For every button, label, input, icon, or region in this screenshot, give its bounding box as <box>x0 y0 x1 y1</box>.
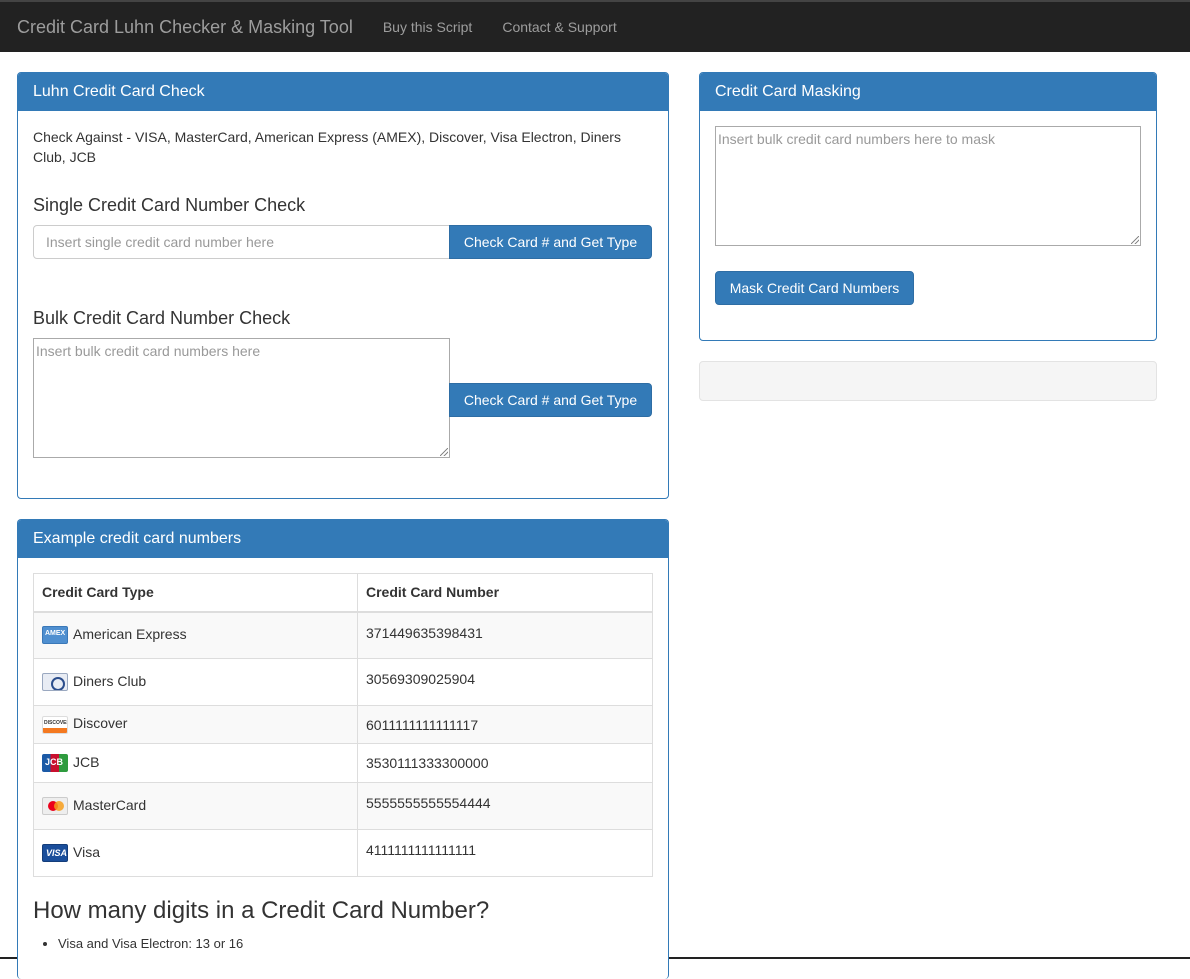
card-number-cell: 3530111333300000 <box>357 743 653 783</box>
column-header-type: Credit Card Type <box>33 573 358 613</box>
mask-result-well <box>699 361 1157 401</box>
examples-panel-heading: Example credit card numbers <box>18 520 668 558</box>
table-row: JCB 3530111333300000 <box>33 743 653 783</box>
card-type-label: Discover <box>73 715 128 732</box>
card-number-cell: 371449635398431 <box>357 611 653 659</box>
nav-link-buy-script[interactable]: Buy this Script <box>383 19 472 35</box>
bulk-card-placeholder: Insert bulk credit card numbers here <box>36 343 261 359</box>
amex-card-icon <box>42 626 68 645</box>
nav-link-contact-support[interactable]: Contact & Support <box>502 19 616 35</box>
table-row: Diners Club 30569309025904 <box>33 658 653 706</box>
bulk-check-button[interactable]: Check Card # and Get Type <box>449 383 652 417</box>
card-number-cell: 5555555555554444 <box>357 782 653 830</box>
example-cards-table: Credit Card Type Credit Card Number Amer… <box>33 573 653 877</box>
mask-textarea[interactable]: Insert bulk credit card numbers here to … <box>715 126 1141 246</box>
table-row: Discover 6011111111111117 <box>33 705 653 744</box>
bulk-check-title: Bulk Credit Card Number Check <box>33 308 291 328</box>
single-card-input[interactable]: Insert single credit card number here <box>33 225 450 259</box>
card-type-cell: JCB <box>33 743 358 783</box>
top-navbar: Credit Card Luhn Checker & Masking Tool … <box>0 0 1190 52</box>
card-type-cell: Discover <box>33 705 358 744</box>
resize-grip-icon[interactable] <box>1131 236 1139 244</box>
column-header-number: Credit Card Number <box>357 573 653 613</box>
masking-panel: Credit Card Masking Insert bulk credit c… <box>699 72 1157 341</box>
single-check-title: Single Credit Card Number Check <box>33 195 306 215</box>
diners-club-card-icon <box>42 673 68 692</box>
card-type-cell: Diners Club <box>33 658 358 706</box>
examples-panel: Example credit card numbers Credit Card … <box>17 519 669 979</box>
table-header-row: Credit Card Type Credit Card Number <box>33 573 653 613</box>
masking-panel-heading: Credit Card Masking <box>700 73 1156 111</box>
mask-placeholder: Insert bulk credit card numbers here to … <box>718 131 996 147</box>
card-number-cell: 30569309025904 <box>357 658 653 706</box>
mastercard-card-icon <box>42 797 68 816</box>
bulk-card-textarea[interactable]: Insert bulk credit card numbers here <box>33 338 450 458</box>
luhn-panel-heading: Luhn Credit Card Check <box>18 73 668 111</box>
list-item: Visa and Visa Electron: 13 or 16 <box>58 936 243 951</box>
card-type-label: JCB <box>73 753 100 770</box>
visa-card-icon <box>42 844 68 863</box>
digits-heading: How many digits in a Credit Card Number? <box>33 897 490 924</box>
card-type-cell: American Express <box>33 611 358 659</box>
jcb-card-icon <box>42 754 68 773</box>
card-type-label: MasterCard <box>73 796 147 813</box>
navbar-brand[interactable]: Credit Card Luhn Checker & Masking Tool <box>17 17 353 38</box>
resize-grip-icon[interactable] <box>440 448 448 456</box>
card-type-cell: Visa <box>33 829 358 877</box>
card-type-label: Diners Club <box>73 672 147 689</box>
card-type-cell: MasterCard <box>33 782 358 830</box>
luhn-check-panel: Luhn Credit Card Check Check Against - V… <box>17 72 669 499</box>
discover-card-icon <box>42 715 68 734</box>
card-type-label: American Express <box>73 626 187 643</box>
card-number-cell: 6011111111111117 <box>357 705 653 744</box>
card-number-cell: 4111111111111111 <box>357 829 653 877</box>
table-row: Visa 4111111111111111 <box>33 829 653 877</box>
card-type-label: Visa <box>73 843 100 860</box>
check-against-text: Check Against - VISA, MasterCard, Americ… <box>33 129 621 165</box>
table-row: American Express 371449635398431 <box>33 611 653 659</box>
table-row: MasterCard 5555555555554444 <box>33 782 653 830</box>
single-check-button[interactable]: Check Card # and Get Type <box>449 225 652 259</box>
digits-list: Visa and Visa Electron: 13 or 16 <box>18 936 243 951</box>
mask-button[interactable]: Mask Credit Card Numbers <box>715 271 914 305</box>
